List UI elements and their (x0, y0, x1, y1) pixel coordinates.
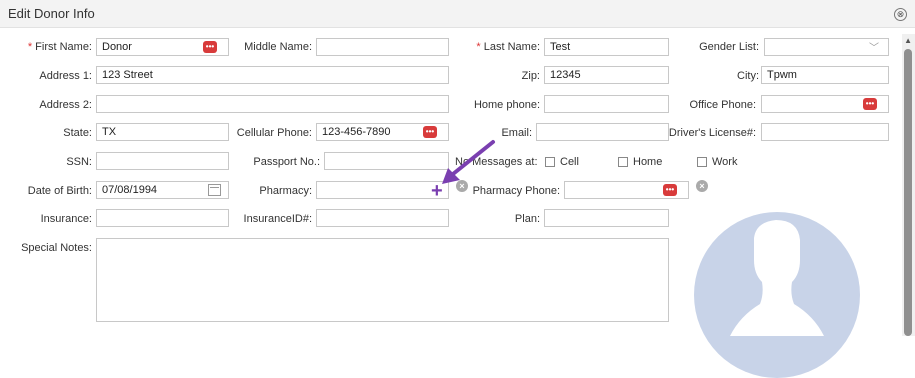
first-name-label: * First Name: (27, 41, 92, 53)
gender-select[interactable]: ﹀ (764, 38, 889, 56)
home-phone-label: Home phone: (473, 99, 540, 111)
office-phone-label: Office Phone: (689, 99, 756, 111)
ssn-input[interactable] (96, 152, 229, 170)
zip-input[interactable]: 12345 (544, 66, 669, 84)
cell-checkbox[interactable] (545, 157, 555, 167)
last-name-input[interactable]: Test (544, 38, 669, 56)
dialog-title: Edit Donor Info (8, 6, 95, 21)
drivers-license-input[interactable] (761, 123, 889, 141)
close-icon[interactable]: ⊗ (894, 8, 907, 21)
chevron-down-icon: ﹀ (869, 43, 879, 54)
scroll-up-icon[interactable]: ▲ (904, 36, 912, 45)
special-notes-label: Special Notes: (21, 242, 92, 254)
dob-input[interactable]: 07/08/1994 (96, 181, 229, 199)
work-checkbox-label: Work (712, 156, 738, 168)
state-label: State: (63, 127, 92, 139)
person-silhouette-icon (730, 220, 824, 336)
dialog-titlebar: Edit Donor Info ⊗ (0, 0, 915, 28)
plan-label: Plan: (514, 213, 540, 225)
special-notes-textarea[interactable] (96, 238, 669, 322)
contact-picker-icon[interactable]: ••• (423, 126, 437, 138)
state-input[interactable]: TX (96, 123, 229, 141)
insurance-label: Insurance: (40, 213, 92, 225)
annotation-arrow-icon (442, 140, 495, 184)
pharmacy-input[interactable] (316, 181, 449, 199)
passport-input[interactable] (324, 152, 449, 170)
ssn-label: SSN: (66, 156, 92, 168)
plan-input[interactable] (544, 209, 669, 227)
pharmacy-label: Pharmacy: (259, 185, 312, 197)
first-name-input[interactable]: Donor ••• (96, 38, 229, 56)
home-checkbox[interactable] (618, 157, 628, 167)
insurance-id-label: InsuranceID#: (243, 213, 312, 225)
scrollbar-thumb[interactable] (904, 49, 912, 336)
cellular-phone-label: Cellular Phone: (236, 127, 312, 139)
address2-label: Address 2: (39, 99, 92, 111)
office-phone-input[interactable]: ••• (761, 95, 889, 113)
address1-label: Address 1: (39, 70, 92, 82)
insurance-id-input[interactable] (316, 209, 449, 227)
middle-name-label: Middle Name: (244, 41, 312, 53)
insurance-input[interactable] (96, 209, 229, 227)
last-name-label: * Last Name: (476, 41, 540, 53)
zip-label: Zip: (521, 70, 540, 82)
middle-name-input[interactable] (316, 38, 449, 56)
home-phone-input[interactable] (544, 95, 669, 113)
contact-picker-icon[interactable]: ••• (863, 98, 877, 110)
calendar-icon[interactable] (208, 184, 221, 196)
gender-label: Gender List: (699, 41, 759, 53)
address2-input[interactable] (96, 95, 449, 113)
city-label: City: (737, 70, 759, 82)
email-input[interactable] (536, 123, 669, 141)
required-marker: * (27, 41, 33, 53)
required-marker: * (476, 41, 481, 53)
contact-picker-icon[interactable]: ••• (663, 184, 677, 196)
avatar[interactable] (694, 212, 860, 378)
address1-input[interactable]: 123 Street (96, 66, 449, 84)
passport-label: Passport No.: (253, 156, 320, 168)
pharmacy-phone-input[interactable]: ••• (564, 181, 689, 199)
drivers-license-label: Driver's License#: (668, 127, 756, 139)
dob-label: Date of Birth: (27, 185, 92, 197)
contact-picker-icon[interactable]: ••• (203, 41, 217, 53)
clear-pharmacy-phone-icon[interactable]: × (696, 180, 708, 192)
city-input[interactable]: Tpwm (761, 66, 889, 84)
work-checkbox[interactable] (697, 157, 707, 167)
cellular-phone-input[interactable]: 123-456-7890 ••• (316, 123, 449, 141)
cell-checkbox-label: Cell (560, 156, 579, 168)
home-checkbox-label: Home (633, 156, 663, 168)
